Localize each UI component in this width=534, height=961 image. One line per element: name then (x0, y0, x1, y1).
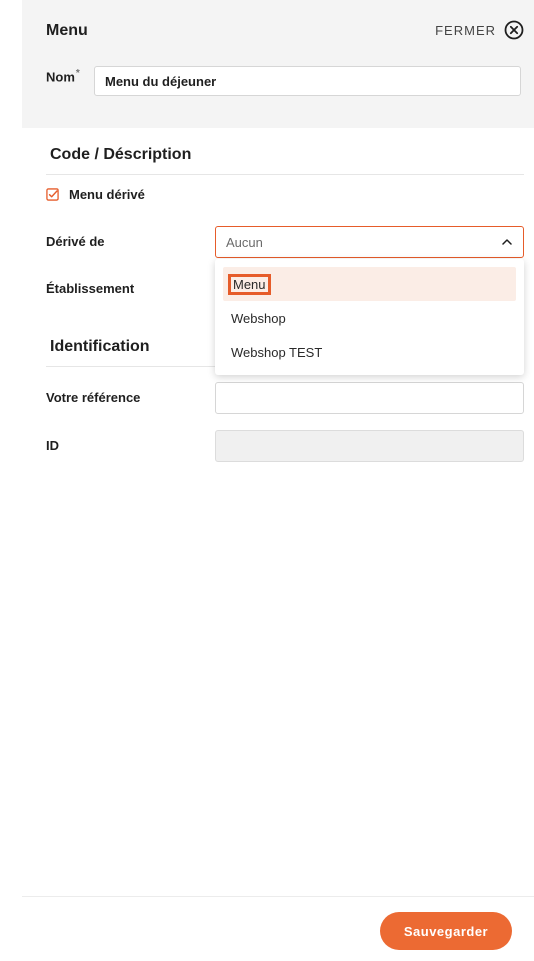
footer-divider (22, 896, 534, 897)
id-label: ID (46, 438, 59, 453)
derived-menu-checkbox-row[interactable]: Menu dérivé (46, 187, 145, 202)
name-row: Nom* (46, 66, 521, 96)
dropdown-option-webshop[interactable]: Webshop (215, 301, 524, 335)
close-circle-icon[interactable] (504, 20, 524, 40)
section-title-code: Code / Déscription (50, 146, 192, 163)
section-title-identification: Identification (50, 338, 150, 355)
dropdown-option-menu[interactable]: Menu (223, 267, 516, 301)
close-button[interactable]: FERMER (435, 20, 524, 40)
panel-header: Menu FERMER Nom* (22, 0, 534, 128)
menu-edit-panel: Menu FERMER Nom* Code / Déscription Menu… (22, 0, 534, 961)
chevron-up-icon (502, 239, 512, 245)
panel-title: Menu (46, 22, 88, 39)
save-button[interactable]: Sauvegarder (380, 912, 512, 950)
establishment-label: Établissement (46, 281, 135, 296)
derived-menu-label: Menu dérivé (69, 187, 145, 202)
section-divider (46, 174, 524, 175)
name-input[interactable] (94, 66, 521, 96)
required-mark: * (75, 68, 80, 79)
reference-input[interactable] (215, 382, 524, 414)
checkbox-checked-icon[interactable] (46, 188, 59, 201)
derived-from-label: Dérivé de (46, 234, 105, 249)
close-label: FERMER (435, 22, 496, 38)
name-label: Nom* (46, 68, 80, 85)
id-input (215, 430, 524, 462)
derived-from-value: Aucun (226, 234, 263, 250)
derived-from-dropdown: Menu Webshop Webshop TEST (215, 259, 524, 375)
reference-label: Votre référence (46, 390, 141, 405)
derived-from-select[interactable]: Aucun (215, 226, 524, 258)
dropdown-option-webshop-test[interactable]: Webshop TEST (215, 335, 524, 369)
